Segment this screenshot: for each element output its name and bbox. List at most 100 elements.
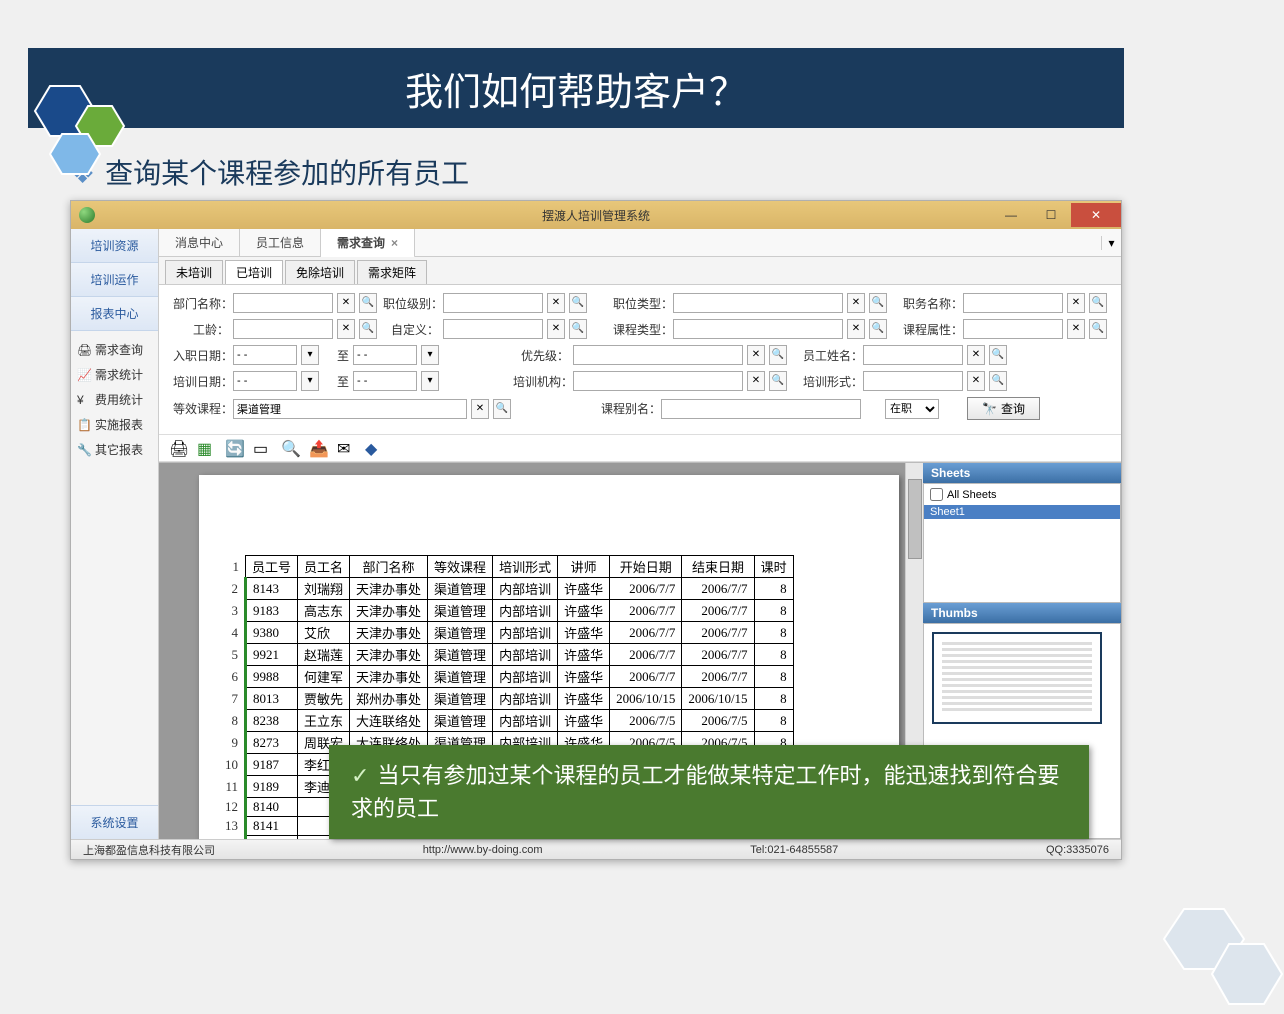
input-emp-name[interactable]	[863, 345, 963, 365]
table-cell: 8238	[246, 710, 298, 732]
col-header: 课时	[754, 556, 793, 578]
lookup-icon[interactable]: 🔍	[493, 399, 511, 419]
table-cell: 内部培训	[493, 644, 558, 666]
lookup-icon[interactable]: 🔍	[989, 345, 1007, 365]
tab-employee-info[interactable]: 员工信息	[240, 229, 321, 256]
excel-icon[interactable]: ▦	[197, 439, 215, 457]
clear-icon[interactable]: ✕	[337, 319, 355, 339]
label-to: 至	[325, 373, 349, 390]
hex-logo-icon	[20, 76, 150, 191]
lookup-icon[interactable]: 🔍	[989, 371, 1007, 391]
zoom-icon[interactable]: 🔍	[281, 439, 299, 457]
tab-messages[interactable]: 消息中心	[159, 229, 240, 256]
sheet-item[interactable]: Sheet1	[924, 505, 1120, 519]
lookup-icon[interactable]: 🔍	[569, 293, 587, 313]
input-hire-from[interactable]	[233, 345, 297, 365]
clear-icon[interactable]: ✕	[337, 293, 355, 313]
tab-close-icon[interactable]: ×	[391, 236, 398, 250]
input-custom[interactable]	[443, 319, 543, 339]
input-title[interactable]	[963, 293, 1063, 313]
sidebar-settings[interactable]: 系统设置	[71, 805, 158, 839]
close-button[interactable]: ✕	[1071, 203, 1121, 227]
input-dept[interactable]	[233, 293, 333, 313]
label-type: 职位类型：	[613, 295, 669, 312]
clear-icon[interactable]: ✕	[967, 345, 985, 365]
tree-item[interactable]: 🖨需求查询	[75, 337, 154, 362]
clear-icon[interactable]: ✕	[1067, 293, 1085, 313]
lookup-icon[interactable]: 🔍	[1089, 293, 1107, 313]
input-seniority[interactable]	[233, 319, 333, 339]
input-course-eq[interactable]	[233, 399, 467, 419]
clear-icon[interactable]: ✕	[747, 371, 765, 391]
clear-icon[interactable]: ✕	[1067, 319, 1085, 339]
subtab-trained[interactable]: 已培训	[225, 260, 283, 284]
dropdown-icon[interactable]: ▾	[301, 371, 319, 391]
dropdown-icon[interactable]: ▾	[301, 345, 319, 365]
input-course-attr[interactable]	[963, 319, 1063, 339]
export-icon[interactable]: 📤	[309, 439, 327, 457]
print-icon[interactable]: 🖨	[169, 439, 187, 457]
input-course-type[interactable]	[673, 319, 843, 339]
minimize-button[interactable]: —	[991, 203, 1031, 227]
table-cell: 许盛华	[558, 600, 610, 622]
all-sheets-checkbox[interactable]: All Sheets	[930, 488, 1114, 501]
page-icon[interactable]: ▭	[253, 439, 271, 457]
label-form: 培训形式：	[803, 373, 859, 390]
lookup-icon[interactable]: 🔍	[869, 319, 887, 339]
lookup-icon[interactable]: 🔍	[769, 371, 787, 391]
select-status[interactable]: 在职	[885, 399, 939, 419]
table-cell: 8140	[246, 798, 298, 817]
clear-icon[interactable]: ✕	[547, 319, 565, 339]
dropdown-icon[interactable]: ▾	[421, 371, 439, 391]
input-type[interactable]	[673, 293, 843, 313]
sidebar-section-operations[interactable]: 培训运作	[71, 263, 158, 297]
subtab-exempt[interactable]: 免除培训	[285, 260, 355, 284]
tab-demand-query[interactable]: 需求查询×	[321, 229, 415, 258]
lookup-icon[interactable]: 🔍	[769, 345, 787, 365]
dropdown-icon[interactable]: ▾	[421, 345, 439, 365]
query-button[interactable]: 🔭查询	[967, 397, 1040, 420]
clear-icon[interactable]: ✕	[847, 319, 865, 339]
input-org[interactable]	[573, 371, 743, 391]
table-cell: 8141	[246, 817, 298, 836]
input-priority[interactable]	[573, 345, 743, 365]
tree-label: 其它报表	[95, 441, 143, 458]
sidebar-section-reports[interactable]: 报表中心	[71, 297, 158, 331]
tree-item[interactable]: 📈需求统计	[75, 362, 154, 387]
lookup-icon[interactable]: 🔍	[359, 319, 377, 339]
input-alias[interactable]	[661, 399, 861, 419]
table-row: 39183高志东天津办事处渠道管理内部培训许盛华2006/7/72006/7/7…	[219, 600, 793, 622]
tree-icon: 🔧	[77, 443, 91, 457]
sidebar: 培训资源 培训运作 报表中心 🖨需求查询📈需求统计¥费用统计📋实施报表 🔧 其它报表…	[71, 229, 159, 839]
input-hire-to[interactable]	[353, 345, 417, 365]
subtab-matrix[interactable]: 需求矩阵	[357, 260, 427, 284]
tree-item[interactable]: 🔧 其它报表	[75, 437, 154, 462]
lookup-icon[interactable]: 🔍	[1089, 319, 1107, 339]
clear-icon[interactable]: ✕	[847, 293, 865, 313]
maximize-button[interactable]: ☐	[1031, 203, 1071, 227]
input-form[interactable]	[863, 371, 963, 391]
help-icon[interactable]: ◆	[365, 439, 383, 457]
clear-icon[interactable]: ✕	[547, 293, 565, 313]
subtab-untrained[interactable]: 未培训	[165, 260, 223, 284]
input-train-to[interactable]	[353, 371, 417, 391]
table-cell: 8273	[246, 732, 298, 754]
tree-item[interactable]: 📋实施报表	[75, 412, 154, 437]
clear-icon[interactable]: ✕	[747, 345, 765, 365]
mail-icon[interactable]: ✉	[337, 439, 355, 457]
input-train-from[interactable]	[233, 371, 297, 391]
lookup-icon[interactable]: 🔍	[569, 319, 587, 339]
table-cell: 高志东	[298, 600, 350, 622]
input-rank[interactable]	[443, 293, 543, 313]
label-alias: 课程别名：	[601, 400, 657, 417]
lookup-icon[interactable]: 🔍	[359, 293, 377, 313]
refresh-icon[interactable]: 🔄	[225, 439, 243, 457]
table-cell: 8	[754, 578, 793, 600]
page-thumbnail[interactable]	[932, 632, 1102, 724]
tab-overflow-button[interactable]: ▾	[1101, 236, 1121, 250]
tree-item[interactable]: ¥费用统计	[75, 387, 154, 412]
clear-icon[interactable]: ✕	[471, 399, 489, 419]
lookup-icon[interactable]: 🔍	[869, 293, 887, 313]
sidebar-section-resources[interactable]: 培训资源	[71, 229, 158, 263]
clear-icon[interactable]: ✕	[967, 371, 985, 391]
